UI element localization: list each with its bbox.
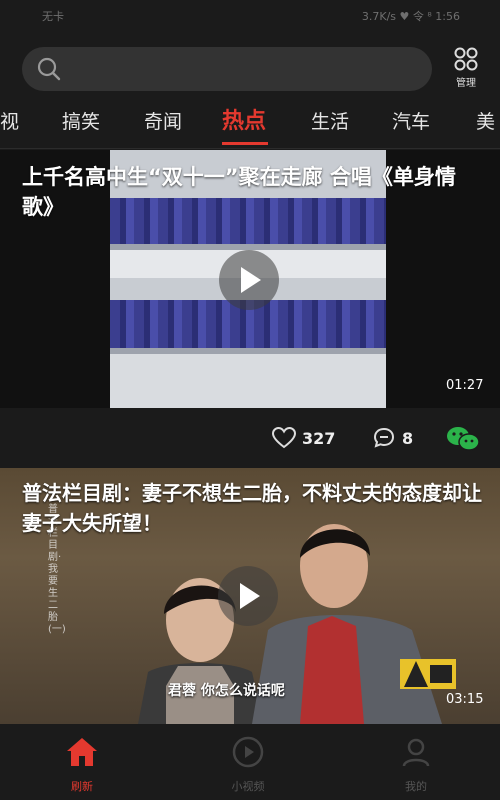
- heart-icon[interactable]: [272, 426, 296, 450]
- home-icon: [67, 738, 97, 766]
- tab-hot[interactable]: 热点: [222, 102, 266, 142]
- category-tabs: 视 搞笑 奇闻 热点 生活 汽车 美: [0, 102, 500, 146]
- play-button[interactable]: [219, 250, 279, 310]
- tab-car[interactable]: 汽车: [392, 102, 430, 142]
- nav-short-video-label: 小视频: [231, 780, 265, 793]
- video-duration: 01:27: [446, 378, 484, 393]
- manage-button[interactable]: 管理: [446, 46, 486, 92]
- tab-funny[interactable]: 搞笑: [62, 102, 100, 142]
- carrier-text: 无卡: [42, 10, 64, 23]
- profile-icon: [402, 738, 430, 767]
- video-actions: 327 8: [0, 408, 500, 468]
- grid-icon: [454, 47, 478, 71]
- comment-icon[interactable]: [372, 426, 396, 450]
- video-duration: 03:15: [446, 692, 484, 707]
- divider: [0, 148, 500, 149]
- like-count: 327: [302, 429, 336, 448]
- manage-label: 管理: [456, 78, 476, 89]
- play-button[interactable]: [218, 566, 278, 626]
- status-bar: 无卡 3.7K/s ♥ 令 ⁸ 1:56: [0, 0, 500, 32]
- search-input[interactable]: [22, 47, 432, 91]
- comment-count: 8: [402, 429, 414, 448]
- nav-short-video[interactable]: 小视频: [208, 736, 288, 794]
- channel-logo-icon: [400, 659, 456, 689]
- tab-life[interactable]: 生活: [311, 102, 349, 142]
- active-tab-indicator: [222, 142, 268, 145]
- wechat-share-icon[interactable]: [446, 426, 480, 452]
- video-title[interactable]: 普法栏目剧：妻子不想生二胎，不料丈夫的态度却让妻子大失所望！: [22, 478, 482, 538]
- video-card[interactable]: 上千名高中生“双十一”聚在走廊 合唱《单身情歌》 01:27: [0, 150, 500, 408]
- nav-profile[interactable]: 我的: [376, 736, 456, 794]
- nav-refresh-label: 刷新: [71, 780, 93, 793]
- top-bar: 管理: [0, 32, 500, 102]
- video-card[interactable]: 普法栏目剧·我要生二胎(一) 普法栏目剧：妻子不想生二胎，不料丈夫的态度却让妻子…: [0, 468, 500, 724]
- play-icon: [240, 583, 260, 609]
- video-title[interactable]: 上千名高中生“双十一”聚在走廊 合唱《单身情歌》: [22, 162, 482, 222]
- status-info: 3.7K/s ♥ 令 ⁸ 1:56: [361, 10, 460, 23]
- play-icon: [241, 267, 261, 293]
- video-icon: [232, 736, 264, 768]
- tab-odd-news[interactable]: 奇闻: [144, 102, 182, 142]
- nav-refresh[interactable]: 刷新: [42, 736, 122, 794]
- video-subtitle: 君蓉 你怎么说话呢: [168, 683, 285, 699]
- nav-profile-label: 我的: [405, 780, 427, 793]
- tab-video[interactable]: 视: [0, 102, 19, 142]
- bottom-nav: 刷新 小视频 我的: [0, 724, 500, 800]
- search-icon: [37, 57, 61, 81]
- tab-beauty[interactable]: 美: [476, 102, 495, 142]
